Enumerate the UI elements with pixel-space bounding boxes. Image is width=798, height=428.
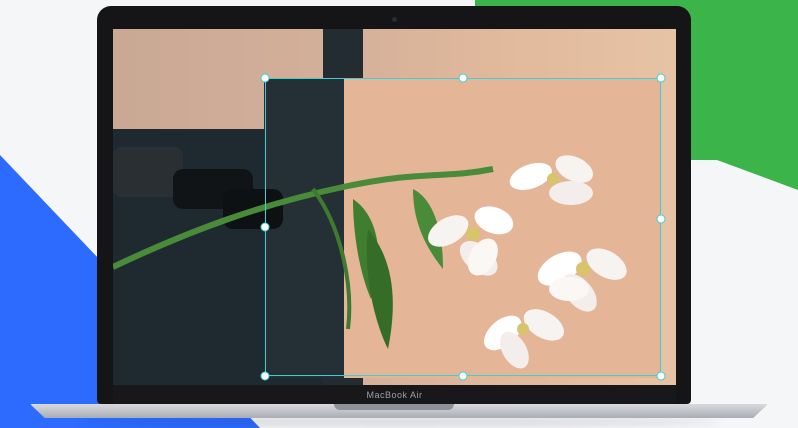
camera-icon xyxy=(392,17,397,22)
device-model-label: MacBook Air xyxy=(366,390,423,400)
laptop-screen xyxy=(113,29,676,385)
hand-shape xyxy=(113,147,283,229)
resize-handle-bottom-left[interactable] xyxy=(260,371,270,381)
resize-handle-top-left[interactable] xyxy=(260,73,270,83)
laptop-shadow xyxy=(80,418,720,426)
crop-selection-frame[interactable] xyxy=(265,78,661,376)
resize-handle-middle-right[interactable] xyxy=(656,214,666,224)
green-backdrop-tail xyxy=(690,150,798,190)
resize-handle-bottom-center[interactable] xyxy=(458,371,468,381)
laptop-opening-notch xyxy=(334,404,454,410)
resize-handle-bottom-right[interactable] xyxy=(656,371,666,381)
resize-handle-top-center[interactable] xyxy=(458,73,468,83)
resize-handle-top-right[interactable] xyxy=(656,73,666,83)
resize-handle-middle-left[interactable] xyxy=(260,222,270,232)
